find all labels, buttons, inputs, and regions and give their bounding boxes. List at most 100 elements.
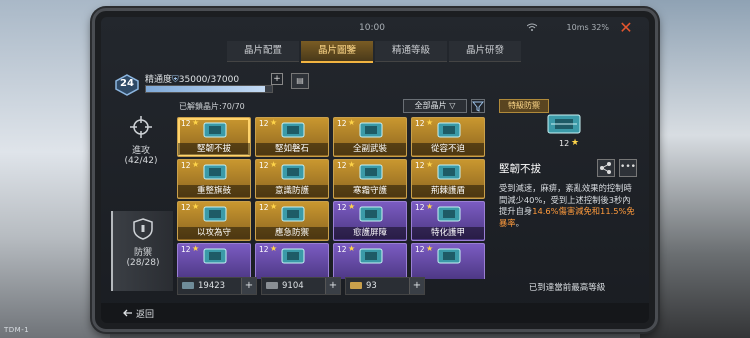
chip-card[interactable]: 12 ★ 全副武裝	[333, 117, 407, 157]
chip-card[interactable]: 12 ★ 意識防護	[255, 159, 329, 199]
chip-icon	[281, 122, 305, 138]
detail-level: 12	[559, 139, 570, 148]
chip-card[interactable]: 12 ★	[411, 243, 485, 279]
tab-chip-research[interactable]: 晶片研發	[449, 41, 521, 62]
chip-icon	[281, 206, 305, 222]
chip-card-level: 12	[181, 119, 191, 128]
chip-card[interactable]: 12 ★	[255, 243, 329, 279]
chip-material-icon	[182, 282, 194, 289]
chip-card-level: 12	[337, 245, 347, 254]
chip-icon	[437, 206, 461, 222]
gear-material-icon	[266, 282, 278, 289]
chip-filter-dropdown[interactable]: 全部晶片 ▽	[403, 99, 467, 113]
tab-mastery-level[interactable]: 精通等級	[375, 41, 447, 62]
chip-card-level: 12	[181, 203, 191, 212]
chip-card-level: 12	[181, 245, 191, 254]
share-icon	[600, 162, 611, 174]
detail-desc-part-3: 。	[515, 217, 524, 228]
chip-card[interactable]: 12 ★ 以攻為守	[177, 201, 251, 241]
chip-icon	[437, 122, 461, 138]
add-gold-material-button[interactable]: +	[409, 278, 424, 294]
chip-icon	[359, 206, 383, 222]
category-defense[interactable]: 防禦 (28/28)	[111, 211, 173, 291]
mastery-label: 精通度⛨35000/37000	[145, 72, 239, 85]
wifi-icon	[527, 23, 537, 31]
chip-card[interactable]: 12 ★ 愈護屏障	[333, 201, 407, 241]
chip-card-level: 12	[415, 161, 425, 170]
chip-icon	[359, 122, 383, 138]
detail-tag: 特級防禦	[499, 99, 549, 113]
crosshair-icon	[130, 116, 152, 138]
star-icon: ★	[426, 202, 434, 211]
chip-card[interactable]: 12 ★ 寒霜守護	[333, 159, 407, 199]
gold-material-icon	[350, 282, 362, 289]
chip-icon	[203, 206, 227, 222]
chip-card[interactable]: 12 ★ 堅韌不拔	[177, 117, 251, 157]
more-icon: •••	[620, 162, 636, 172]
chip-card[interactable]: 12 ★	[177, 243, 251, 279]
star-icon: ★	[270, 118, 278, 127]
chip-card-level: 12	[415, 245, 425, 254]
chip-card-level: 12	[259, 119, 269, 128]
catalog-book-button[interactable]: ▤	[291, 73, 309, 89]
chip-card-name: 全副武裝	[334, 143, 406, 155]
mastery-progress-fill	[146, 86, 266, 92]
category-defense-count: (28/28)	[126, 258, 160, 268]
chip-card-level: 12	[415, 119, 425, 128]
unlocked-count: 已解鎖晶片:70/70	[179, 102, 245, 111]
detail-name: 堅韌不拔	[499, 163, 541, 175]
resource-gear-amount: 9104	[282, 281, 304, 291]
add-chip-material-button[interactable]: +	[241, 278, 256, 294]
chip-card-level: 12	[259, 203, 269, 212]
chip-card-name: 以攻為守	[178, 227, 250, 239]
star-icon: ★	[348, 244, 356, 253]
chip-card[interactable]: 12 ★ 堅如磐石	[255, 117, 329, 157]
category-attack[interactable]: 進攻 (42/42)	[111, 109, 171, 189]
book-icon: ▤	[296, 76, 304, 85]
chip-icon	[281, 164, 305, 180]
chip-card-level: 12	[259, 161, 269, 170]
star-icon: ★	[426, 160, 434, 169]
network-info: 10ms 32%	[566, 23, 609, 32]
chip-card[interactable]: 12 ★ 應急防禦	[255, 201, 329, 241]
chip-card[interactable]: 12 ★ 特化護甲	[411, 201, 485, 241]
star-icon: ★	[192, 202, 200, 211]
chip-card-name: 重整旗鼓	[178, 185, 250, 197]
chip-card-name: 愈護屏障	[334, 227, 406, 239]
star-icon: ★	[426, 244, 434, 253]
shield-small-icon: ⛨	[172, 75, 179, 85]
chip-icon	[437, 164, 461, 180]
star-icon: ★	[348, 160, 356, 169]
resource-chip-amount: 19423	[198, 281, 226, 291]
star-icon: ★	[270, 202, 278, 211]
chip-card-level: 12	[259, 245, 269, 254]
back-label: 返回	[136, 310, 155, 320]
tab-chip-config[interactable]: 晶片配置	[227, 41, 299, 62]
category-defense-label: 防禦	[133, 248, 152, 258]
chip-card-name: 堅如磐石	[256, 143, 328, 155]
chip-card[interactable]: 12 ★	[333, 243, 407, 279]
mastery-title: 精通度	[145, 75, 173, 85]
chevron-down-icon: ▽	[449, 101, 456, 110]
chip-card[interactable]: 12 ★ 從容不迫	[411, 117, 485, 157]
tab-chip-catalog[interactable]: 晶片圖鑒	[301, 41, 373, 63]
funnel-icon[interactable]	[471, 99, 485, 113]
chip-card-name: 特化護甲	[412, 227, 484, 239]
add-gear-material-button[interactable]: +	[325, 278, 340, 294]
star-icon: ★	[192, 244, 200, 253]
category-attack-label: 進攻	[131, 146, 150, 156]
close-button[interactable]: ✕	[617, 19, 635, 37]
star-icon: ★	[348, 118, 356, 127]
more-options-button[interactable]: •••	[619, 159, 637, 177]
back-button[interactable]: 返回	[123, 307, 154, 320]
share-button[interactable]	[597, 159, 615, 177]
chip-card[interactable]: 12 ★ 荊棘護盾	[411, 159, 485, 199]
chip-icon	[547, 114, 581, 134]
chip-icon	[281, 248, 305, 264]
close-icon: ✕	[619, 18, 633, 37]
chip-card-level: 12	[337, 161, 347, 170]
detail-description: 受到減速，麻痹，紊亂效果的控制時間減少40%，受到上述控制後3秒內提升自身14.…	[499, 183, 635, 229]
mastery-add-button[interactable]: +	[271, 73, 283, 85]
shield-icon	[133, 218, 153, 240]
chip-card[interactable]: 12 ★ 重整旗鼓	[177, 159, 251, 199]
